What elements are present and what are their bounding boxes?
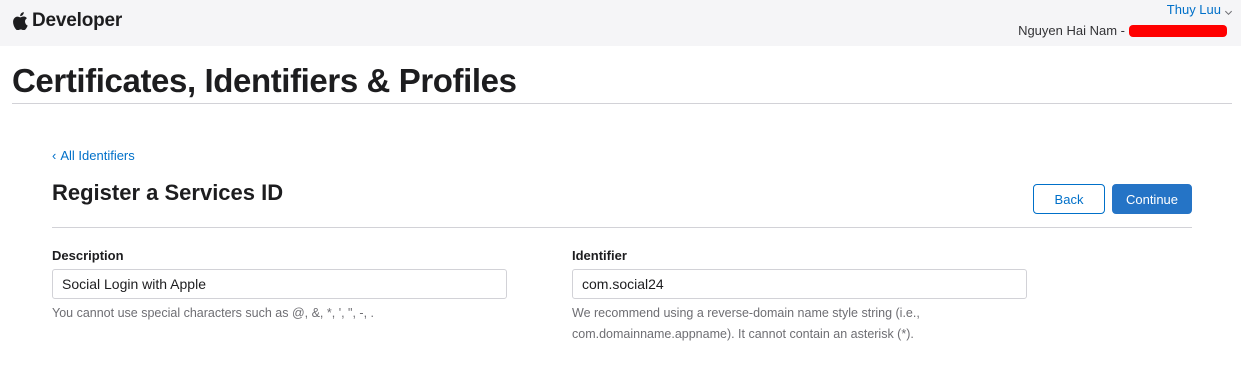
section-divider (52, 227, 1192, 228)
identifier-input[interactable] (572, 269, 1027, 299)
page-title: Certificates, Identifiers & Profiles (12, 62, 517, 99)
section-title: Register a Services ID (52, 180, 284, 205)
chevron-down-icon (1224, 5, 1233, 16)
user-name: Thuy Luu (1166, 2, 1221, 17)
description-input[interactable] (52, 269, 507, 299)
back-button[interactable]: Back (1033, 184, 1105, 214)
user-menu[interactable]: Thuy Luu (1167, 2, 1233, 17)
description-help: You cannot use special characters such a… (52, 306, 374, 320)
brand-name: Developer (32, 10, 123, 31)
description-label: Description (52, 248, 124, 263)
identifier-label: Identifier (572, 248, 627, 263)
title-divider (12, 103, 1232, 104)
chevron-left-icon: ‹ (52, 148, 57, 163)
team-name: Nguyen Hai Nam - (1018, 22, 1227, 39)
global-header: Developer Thuy Luu Nguyen Hai Nam - (0, 0, 1241, 46)
continue-button[interactable]: Continue (1112, 184, 1192, 214)
developer-home-link[interactable]: Developer (12, 10, 122, 32)
team-name-text: Nguyen Hai Nam - (1018, 23, 1125, 38)
identifier-help: We recommend using a reverse-domain name… (572, 306, 920, 341)
all-identifiers-link[interactable]: ‹ All Identifiers (52, 148, 135, 163)
redaction-bar (1129, 24, 1227, 37)
all-identifiers-label: All Identifiers (60, 148, 135, 163)
apple-logo-icon (12, 12, 28, 30)
